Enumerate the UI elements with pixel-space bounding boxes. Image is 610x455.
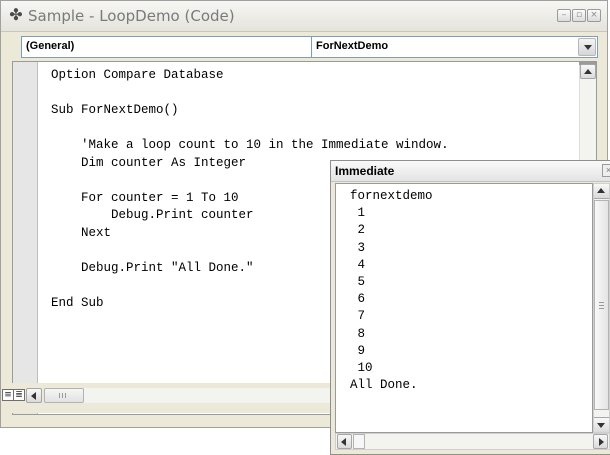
object-dropdown-value: (General) <box>26 40 75 52</box>
output-line: 2 <box>350 223 366 238</box>
full-module-view-button[interactable]: ≣ <box>13 389 25 401</box>
code-line: Option Compare Database <box>51 68 224 82</box>
procedure-dropdown[interactable]: ForNextDemo <box>311 36 598 58</box>
procedure-dropdown-value: ForNextDemo <box>316 40 389 52</box>
immediate-output[interactable]: fornextdemo 1 2 3 4 5 6 7 8 9 10 All Done… <box>335 183 593 433</box>
output-line: 5 <box>350 274 366 289</box>
window-title: Sample - LoopDemo (Code) <box>28 7 235 25</box>
restore-button[interactable]: ▫ <box>572 9 586 22</box>
output-line: 10 <box>350 360 373 375</box>
immediate-text[interactable]: fornextdemo 1 2 3 4 5 6 7 8 9 10 All Done… <box>350 188 433 394</box>
scroll-up-icon[interactable] <box>594 184 609 199</box>
scroll-left-icon[interactable] <box>26 388 42 403</box>
scroll-up-icon[interactable] <box>580 64 596 79</box>
output-line: fornextdemo <box>350 189 433 203</box>
code-horizontal-scroll-thumb[interactable] <box>44 388 84 403</box>
immediate-window: Immediate × fornextdemo 1 2 3 4 5 6 7 8 … <box>330 160 610 455</box>
output-line: 8 <box>350 326 366 341</box>
output-line: 9 <box>350 343 366 358</box>
code-line: 'Make a loop count to 10 in the Immediat… <box>51 138 449 152</box>
code-bottom-bar: ≡ ≣ <box>1 383 341 413</box>
caption-buttons: – ▫ × <box>557 9 601 22</box>
margin-indicator-bar[interactable] <box>13 62 38 414</box>
output-line: 1 <box>350 206 366 221</box>
code-line: Sub ForNextDemo() <box>51 103 179 117</box>
code-horizontal-scroll-track[interactable] <box>84 388 334 403</box>
output-line: 7 <box>350 309 366 324</box>
scroll-down-icon[interactable] <box>594 417 609 432</box>
close-icon[interactable]: × <box>602 164 610 177</box>
minimize-button[interactable]: – <box>557 9 571 22</box>
immediate-titlebar[interactable]: Immediate × <box>331 161 610 182</box>
output-line: All Done. <box>350 378 418 393</box>
immediate-title: Immediate <box>335 164 395 178</box>
immediate-vertical-scrollbar[interactable] <box>593 183 610 433</box>
object-dropdown[interactable]: (General) <box>21 36 334 58</box>
immediate-horizontal-scrollbar[interactable] <box>335 433 610 450</box>
immediate-vertical-scroll-thumb[interactable] <box>594 200 609 410</box>
close-button[interactable]: × <box>587 9 601 22</box>
output-line: 3 <box>350 240 366 255</box>
output-line: 4 <box>350 257 366 272</box>
vba-code-icon: ✤ <box>9 7 23 24</box>
chevron-down-icon[interactable] <box>578 38 596 56</box>
code-window-titlebar[interactable]: ✤ Sample - LoopDemo (Code) – ▫ × <box>1 1 607 32</box>
output-line: 6 <box>350 292 366 307</box>
